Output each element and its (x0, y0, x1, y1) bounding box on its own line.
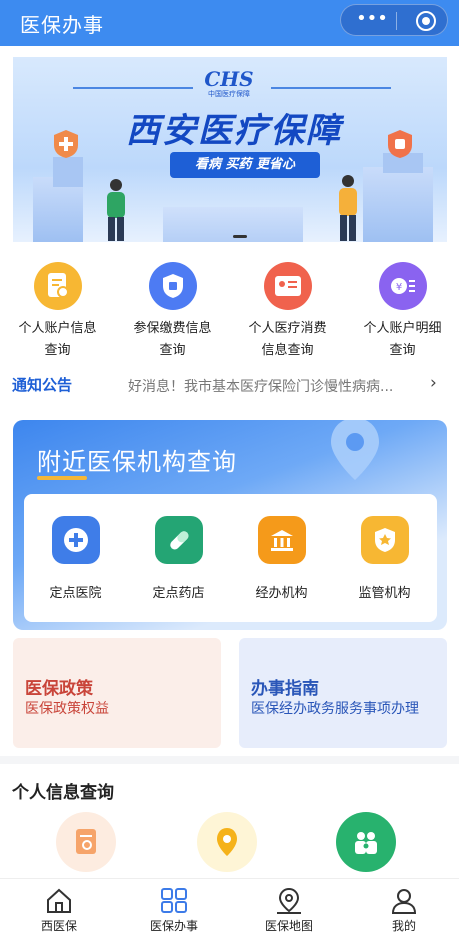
svg-text:¥: ¥ (396, 282, 402, 293)
carousel-indicator (233, 235, 247, 238)
nearby-item-regulator[interactable]: 监管机构 (333, 494, 436, 622)
section-divider (0, 756, 459, 764)
banner-line-right (271, 87, 391, 89)
notice-bar[interactable]: 通知公告 好消息！我市基本医疗保险门诊慢性病病... › (0, 372, 459, 398)
title-underline (37, 476, 87, 480)
label-line1: 个人账户信息 (18, 321, 97, 336)
tab-label: 医保地图 (264, 919, 313, 933)
label-line2: 查询 (44, 343, 71, 358)
mini-program-capsule: ••• (340, 4, 448, 36)
quick-item-account-detail[interactable]: ¥ 个人账户明细 查询 (345, 258, 459, 362)
nearby-item-agency[interactable]: 经办机构 (230, 494, 333, 622)
target-close-icon[interactable] (416, 11, 436, 31)
nearby-institutions-panel: 附近医保机构查询 定点医院 定点药店 经办机构 监管机构 (13, 420, 447, 630)
hospital-plus-icon (52, 516, 100, 564)
person-yellow-illustration (339, 175, 357, 241)
location-pin-decoration-icon (331, 420, 379, 480)
quick-item-label: 个人医疗消费 信息查询 (230, 318, 345, 362)
quick-item-account-info[interactable]: 个人账户信息 查询 (0, 258, 115, 362)
tab-mine[interactable]: 我的 (354, 885, 454, 941)
tab-label: 西医保 (40, 919, 77, 933)
banner-slogan: 看病 买药 更省心 (170, 152, 320, 178)
banner-line-left (73, 87, 193, 89)
label-line2: 查询 (159, 343, 186, 358)
quick-item-medical-consumption[interactable]: 个人医疗消费 信息查询 (230, 258, 345, 362)
nearby-card: 定点医院 定点药店 经办机构 监管机构 (24, 494, 437, 622)
nearby-item-label: 定点药店 (152, 586, 205, 601)
location-pin-icon[interactable] (197, 812, 257, 872)
policy-card-subtitle: 医保政策权益 (25, 701, 109, 717)
quick-item-label: 参保缴费信息 查询 (115, 318, 230, 362)
label-line1: 参保缴费信息 (133, 321, 212, 336)
quick-item-label: 个人账户明细 查询 (345, 318, 459, 362)
quick-services: 个人账户信息 查询 参保缴费信息 查询 个人医疗消费 信息查询 ¥ 个人账户明细… (0, 258, 459, 362)
personal-info-title: 个人信息查询 (12, 783, 114, 803)
capsule-divider (396, 12, 397, 30)
yen-card-icon (264, 262, 312, 310)
guide-card-subtitle: 医保经办政务服务事项办理 (251, 701, 419, 717)
grid-icon (161, 888, 187, 913)
pill-icon (155, 516, 203, 564)
tab-label: 医保办事 (149, 919, 198, 933)
bottom-tab-bar: 西医保 医保办事 医保地图 我的 (0, 878, 459, 944)
home-icon (47, 888, 71, 913)
doc-search-icon[interactable] (56, 812, 116, 872)
family-icon[interactable] (336, 812, 396, 872)
label-line2: 查询 (389, 343, 416, 358)
document-search-icon (34, 262, 82, 310)
nearby-item-hospital[interactable]: 定点医院 (24, 494, 127, 622)
map-pin-icon (277, 887, 301, 914)
user-icon (391, 889, 417, 914)
shield-icon (149, 262, 197, 310)
building-right (363, 167, 433, 242)
star-shield-icon (361, 516, 409, 564)
chs-logo: CHS 中国医疗保障 (199, 67, 259, 103)
nearby-item-label: 经办机构 (255, 586, 308, 601)
label-line2: 信息查询 (261, 343, 314, 358)
person-green-illustration (107, 179, 125, 241)
page-title: 医保办事 (20, 13, 104, 37)
banner-title: 西安医疗保障 (126, 111, 342, 151)
tab-services[interactable]: 医保办事 (124, 885, 224, 941)
guide-card-title: 办事指南 (251, 679, 319, 699)
quick-item-payment-info[interactable]: 参保缴费信息 查询 (115, 258, 230, 362)
nearby-title: 附近医保机构查询 (37, 448, 237, 476)
more-dots-icon[interactable]: ••• (355, 9, 389, 31)
bao-shield-icon (388, 130, 412, 158)
nearby-item-pharmacy[interactable]: 定点药店 (127, 494, 230, 622)
tab-home[interactable]: 西医保 (9, 885, 109, 941)
notice-tag: 通知公告 (12, 376, 73, 394)
policy-card[interactable]: 医保政策 医保政策权益 (13, 638, 221, 748)
banner[interactable]: CHS 中国医疗保障 西安医疗保障 看病 买药 更省心 (13, 57, 447, 242)
chevron-right-icon[interactable]: › (430, 373, 437, 393)
label-line1: 个人医疗消费 (248, 321, 327, 336)
building-left-top (53, 157, 83, 187)
bank-building-icon (258, 516, 306, 564)
label-line1: 个人账户明细 (363, 321, 442, 336)
policy-card-title: 医保政策 (25, 679, 93, 699)
top-bar: 医保办事 ••• (0, 0, 459, 46)
guide-card[interactable]: 办事指南 医保经办政务服务事项办理 (239, 638, 447, 748)
nearby-item-label: 定点医院 (49, 586, 102, 601)
plus-shield-icon (54, 130, 78, 158)
tab-map[interactable]: 医保地图 (239, 885, 339, 941)
quick-item-label: 个人账户信息 查询 (0, 318, 115, 362)
chs-logo-text: CHS (204, 67, 254, 91)
tab-label: 我的 (391, 919, 416, 933)
yen-list-icon: ¥ (379, 262, 427, 310)
nearby-item-label: 监管机构 (358, 586, 411, 601)
notice-text[interactable]: 好消息！我市基本医疗保险门诊慢性病病... (128, 376, 420, 396)
